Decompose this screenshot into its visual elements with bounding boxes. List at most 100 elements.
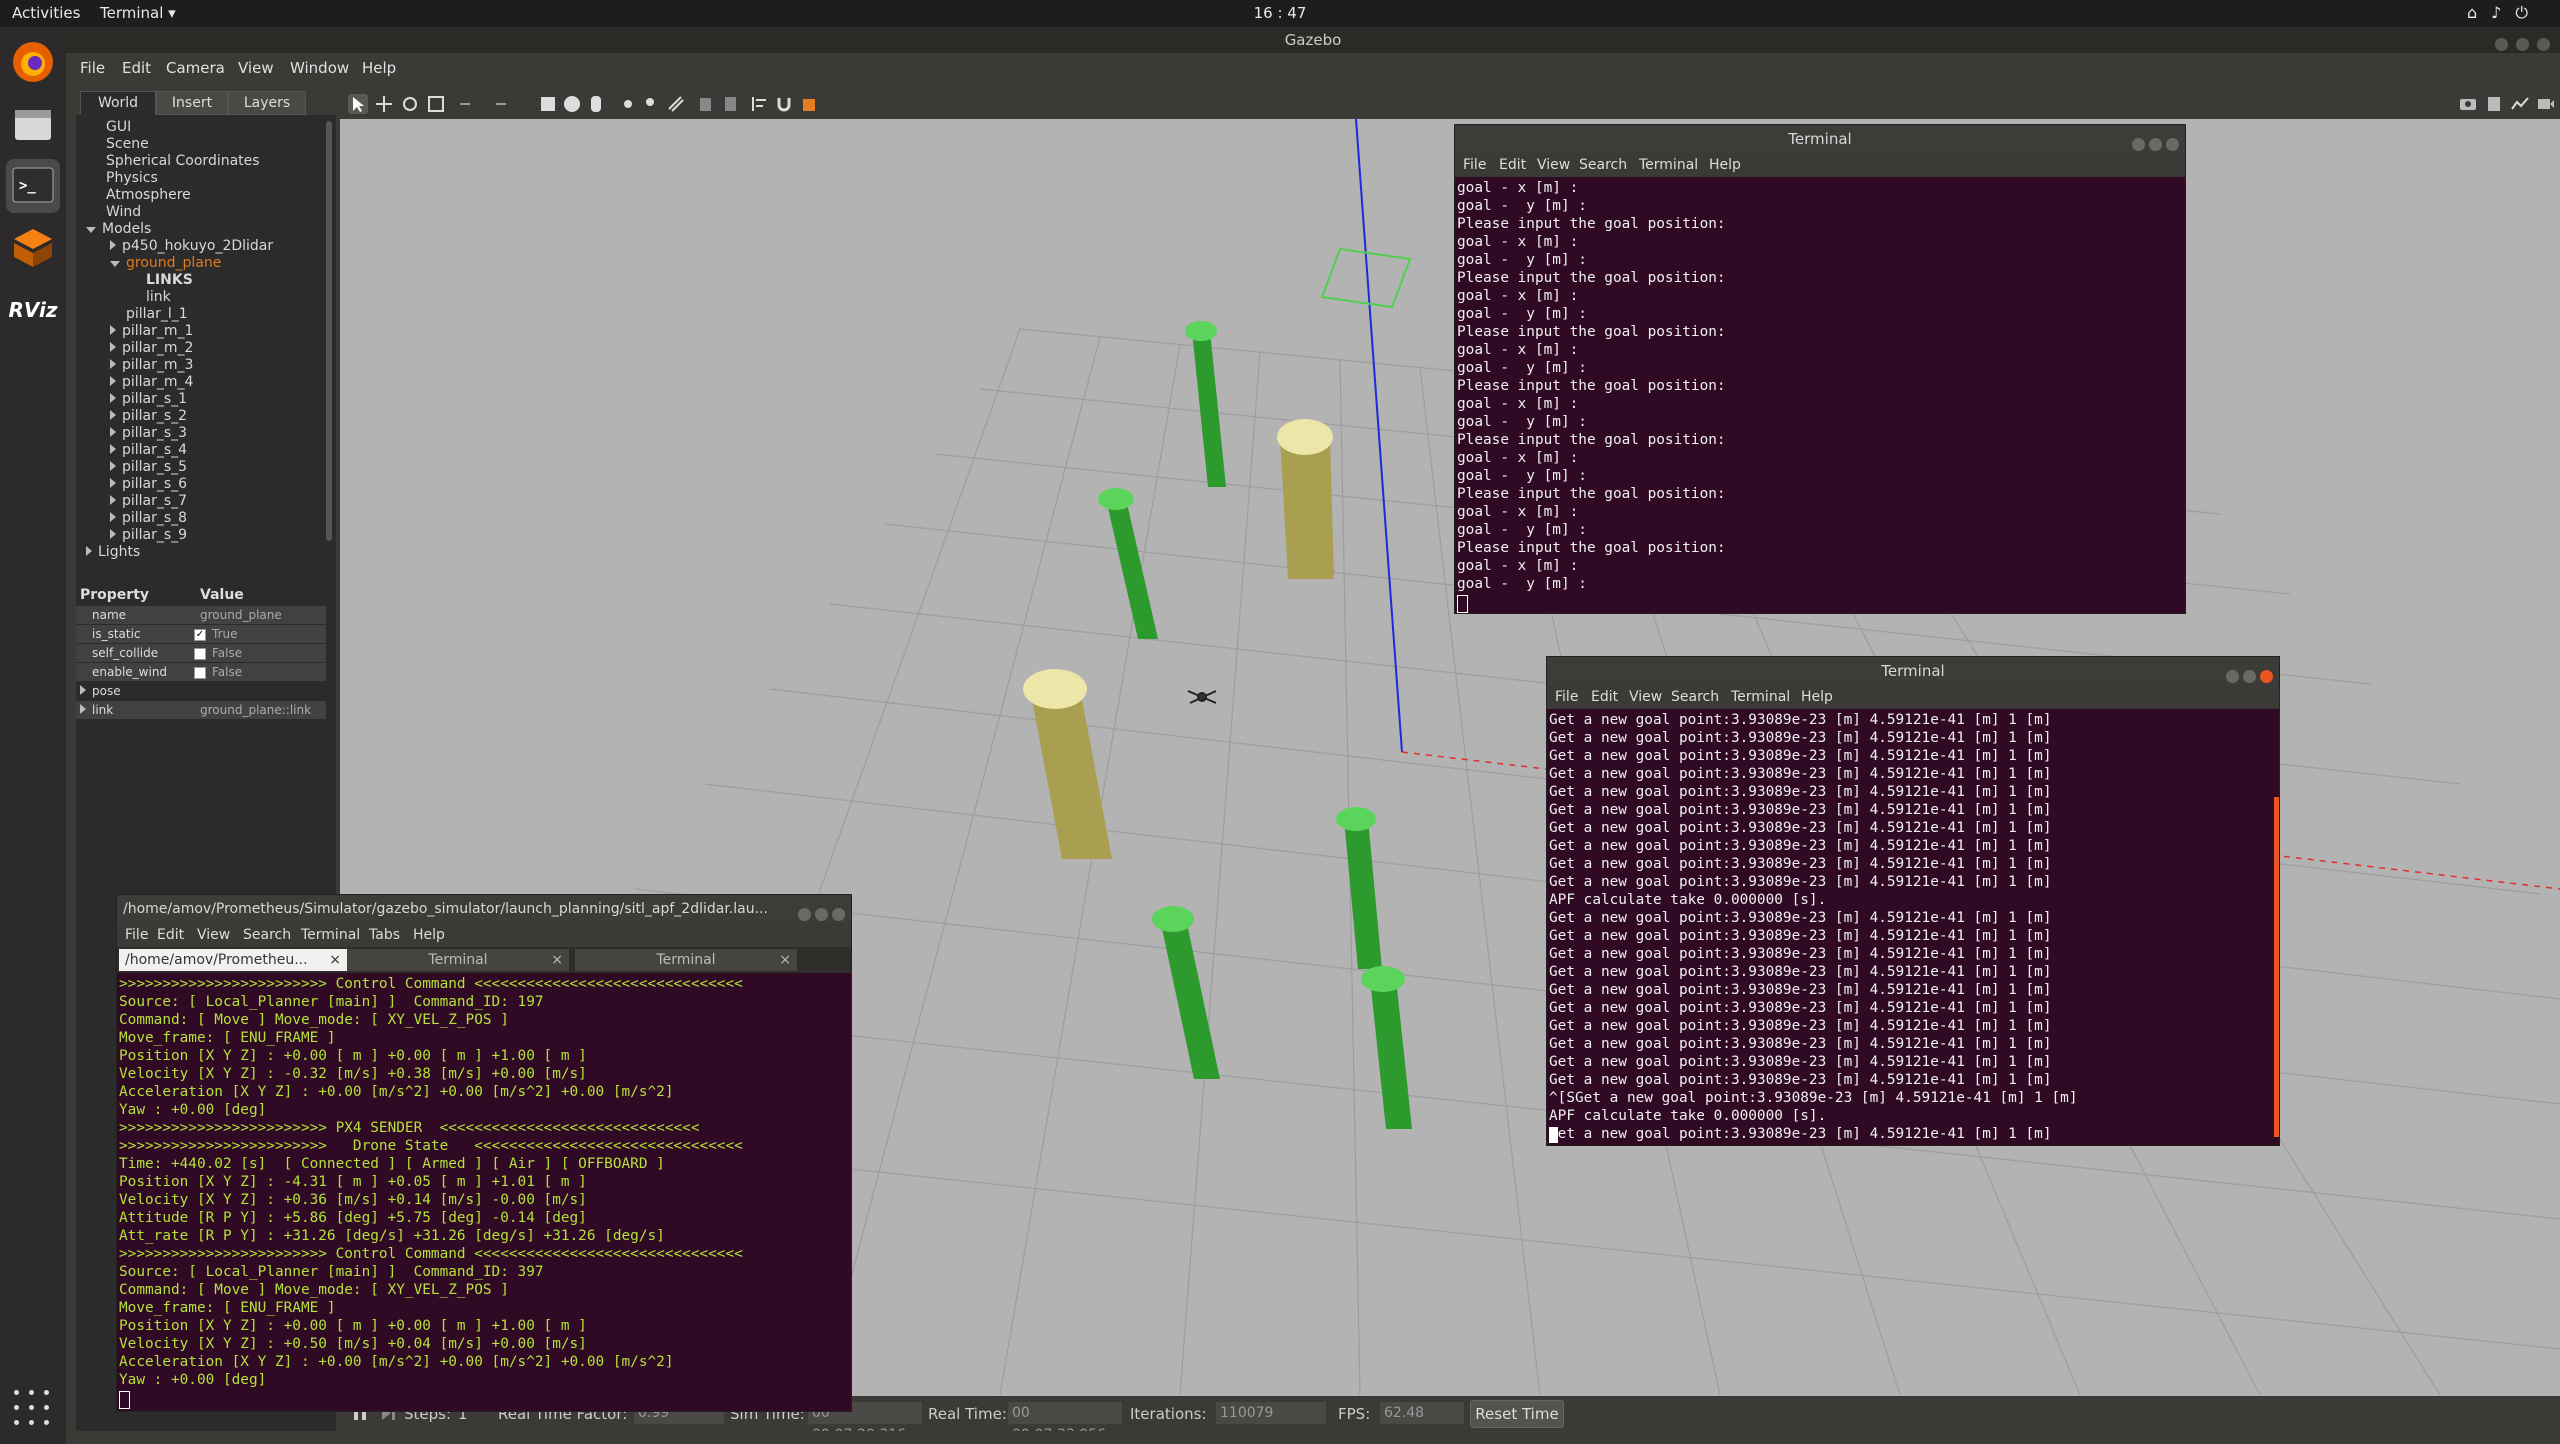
menu-view[interactable]: View: [238, 59, 274, 77]
tree-item-lights[interactable]: Lights: [86, 544, 140, 559]
close-icon[interactable]: ×: [329, 949, 341, 971]
menu-edit[interactable]: Edit: [1499, 157, 1526, 173]
menu-camera[interactable]: Camera: [166, 59, 225, 77]
checkbox[interactable]: [194, 666, 206, 679]
rviz-icon[interactable]: RViz: [6, 283, 60, 337]
tree-item-scene[interactable]: Scene: [106, 136, 149, 152]
paste-icon[interactable]: [720, 94, 740, 114]
video-record-icon[interactable]: [2536, 94, 2556, 114]
gazebo-titlebar[interactable]: Gazebo: [66, 27, 2560, 53]
close-icon[interactable]: ×: [779, 949, 791, 971]
property-row[interactable]: enable_wind False: [76, 663, 326, 682]
tree-item-wind[interactable]: Wind: [106, 204, 141, 220]
tree-item-pillar[interactable]: pillar_s_5: [110, 459, 187, 475]
menu-terminal[interactable]: Terminal: [1731, 689, 1790, 705]
menu-help[interactable]: Help: [1709, 157, 1741, 173]
terminal-icon[interactable]: >_: [6, 159, 60, 213]
menu-view[interactable]: View: [1537, 157, 1570, 173]
tree-item-pillar[interactable]: pillar_s_1: [110, 391, 187, 407]
terminal-titlebar[interactable]: Terminal: [1455, 125, 2185, 153]
terminal-output[interactable]: Get a new goal point:3.93089e-23 [m] 4.5…: [1549, 711, 2078, 1143]
property-row[interactable]: is_static ✓ True: [76, 625, 326, 644]
menu-file[interactable]: File: [1555, 689, 1578, 705]
tree-item-pillar[interactable]: pillar_s_3: [110, 425, 187, 441]
tree-item-link[interactable]: link: [146, 289, 171, 305]
system-tray[interactable]: ⌂♪⏻: [2467, 3, 2542, 23]
cylinder-shape-icon[interactable]: [586, 94, 606, 114]
files-icon[interactable]: [6, 97, 60, 151]
tree-item-gui[interactable]: GUI: [106, 119, 131, 135]
spot-light-icon[interactable]: [642, 94, 662, 114]
rotate-tool-icon[interactable]: [400, 94, 420, 114]
clock[interactable]: 16 : 47: [1254, 4, 1307, 22]
redo-icon[interactable]: [490, 94, 510, 114]
menu-terminal[interactable]: Terminal: [1639, 157, 1698, 173]
tree-item-atmosphere[interactable]: Atmosphere: [106, 187, 191, 203]
gazebo-icon[interactable]: [6, 221, 60, 275]
tab-world[interactable]: World: [80, 91, 156, 115]
menu-edit[interactable]: Edit: [122, 59, 151, 77]
plot-icon[interactable]: [2510, 94, 2530, 114]
tree-item-pillar[interactable]: pillar_s_8: [110, 510, 187, 526]
property-row[interactable]: pose: [76, 682, 326, 701]
menu-window[interactable]: Window: [290, 59, 349, 77]
tree-item-physics[interactable]: Physics: [106, 170, 158, 186]
reset-time-button[interactable]: Reset Time: [1470, 1400, 1564, 1428]
tree-item-pillar[interactable]: pillar_m_3: [110, 357, 193, 373]
scale-tool-icon[interactable]: [426, 94, 446, 114]
terminal-scrollbar[interactable]: [2274, 797, 2279, 1137]
tree-item-pillar[interactable]: pillar_m_4: [110, 374, 193, 390]
copy-icon[interactable]: [696, 94, 716, 114]
menu-search[interactable]: Search: [243, 927, 291, 943]
checkbox[interactable]: [194, 647, 206, 660]
tree-item-selected-model[interactable]: ground_plane: [110, 255, 221, 271]
tab-insert[interactable]: Insert: [156, 91, 228, 115]
property-row[interactable]: name ground_plane: [76, 606, 326, 625]
menu-help[interactable]: Help: [362, 59, 396, 77]
tree-item-pillar-l[interactable]: pillar_l_1: [126, 306, 188, 322]
screenshot-icon[interactable]: [2458, 94, 2478, 114]
menu-help[interactable]: Help: [1801, 689, 1833, 705]
menu-file[interactable]: File: [80, 59, 105, 77]
directional-light-icon[interactable]: [666, 94, 686, 114]
terminal-tab[interactable]: Terminal ×: [575, 949, 797, 971]
tree-item-pillar[interactable]: pillar_m_2: [110, 340, 193, 356]
tree-scrollbar[interactable]: [326, 121, 332, 541]
activities-button[interactable]: Activities: [12, 4, 80, 22]
point-light-icon[interactable]: [618, 94, 638, 114]
tab-layers[interactable]: Layers: [228, 91, 306, 115]
menu-file[interactable]: File: [1463, 157, 1486, 173]
terminal-output[interactable]: goal - x [m] : goal - y [m] : Please input…: [1457, 179, 1726, 593]
tree-item-pillar[interactable]: pillar_m_1: [110, 323, 193, 339]
tree-item-pillar[interactable]: pillar_s_6: [110, 476, 187, 492]
menu-help[interactable]: Help: [413, 927, 445, 943]
menu-view[interactable]: View: [197, 927, 230, 943]
translate-tool-icon[interactable]: [374, 94, 394, 114]
menu-file[interactable]: File: [125, 927, 148, 943]
select-tool-icon[interactable]: [348, 94, 368, 114]
property-row[interactable]: link ground_plane::link: [76, 701, 326, 720]
tree-item-pillar[interactable]: pillar_s_9: [110, 527, 187, 543]
terminal-titlebar[interactable]: /home/amov/Prometheus/Simulator/gazebo_s…: [117, 895, 851, 923]
menu-search[interactable]: Search: [1579, 157, 1627, 173]
terminal-tab[interactable]: /home/amov/Prometheu... ×: [119, 949, 347, 971]
box-shape-icon[interactable]: [538, 94, 558, 114]
property-row[interactable]: self_collide False: [76, 644, 326, 663]
terminal-tab[interactable]: Terminal ×: [347, 949, 569, 971]
tree-item-spherical[interactable]: Spherical Coordinates: [106, 153, 260, 169]
apps-grid-icon[interactable]: [14, 1390, 50, 1426]
terminal-titlebar[interactable]: Terminal: [1547, 657, 2279, 685]
menu-search[interactable]: Search: [1671, 689, 1719, 705]
snap-icon[interactable]: [774, 94, 794, 114]
app-menu[interactable]: Terminal ▾: [100, 4, 176, 22]
menu-view[interactable]: View: [1629, 689, 1662, 705]
firefox-icon[interactable]: [6, 35, 60, 89]
align-icon[interactable]: [750, 94, 770, 114]
tree-item-links[interactable]: LINKS: [146, 272, 193, 288]
menu-tabs[interactable]: Tabs: [369, 927, 400, 943]
menu-terminal[interactable]: Terminal: [301, 927, 360, 943]
tree-item-models[interactable]: Models: [86, 221, 151, 237]
menu-edit[interactable]: Edit: [157, 927, 184, 943]
tree-item-model[interactable]: p450_hokuyo_2Dlidar: [110, 238, 273, 254]
close-icon[interactable]: ×: [551, 949, 563, 971]
